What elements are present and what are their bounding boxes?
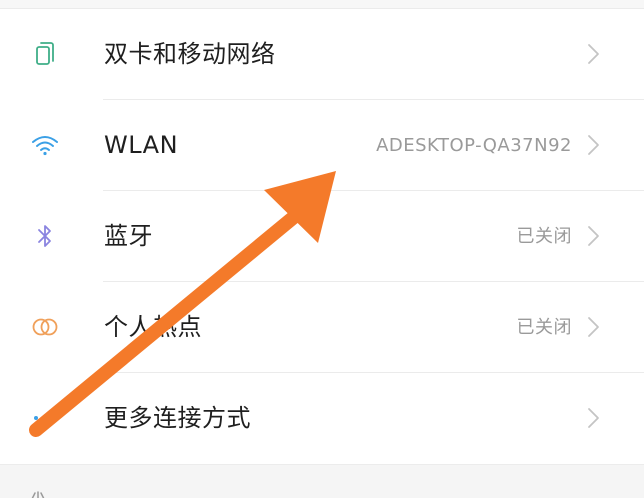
settings-row-hotspot[interactable]: 个人热点 已关闭 xyxy=(0,282,644,373)
chevron-right-icon xyxy=(588,408,599,428)
chevron-right-icon xyxy=(588,226,599,246)
sim-card-icon xyxy=(28,37,62,71)
hotspot-label: 个人热点 xyxy=(104,313,202,341)
partial-icon xyxy=(31,491,45,498)
settings-row-wlan[interactable]: WLAN ADESKTOP-QA37N92 xyxy=(0,100,644,191)
more-dots-icon xyxy=(28,401,62,435)
bluetooth-icon xyxy=(28,219,62,253)
more-connections-label: 更多连接方式 xyxy=(104,404,251,432)
settings-row-bluetooth[interactable]: 蓝牙 已关闭 xyxy=(0,191,644,282)
settings-row-more-connections[interactable]: 更多连接方式 xyxy=(0,373,644,464)
bluetooth-label: 蓝牙 xyxy=(104,222,153,250)
dual-sim-label: 双卡和移动网络 xyxy=(104,40,276,68)
wlan-label: WLAN xyxy=(104,131,179,159)
wlan-network-name: ADESKTOP-QA37N92 xyxy=(376,135,572,156)
chevron-right-icon xyxy=(588,44,599,64)
hotspot-icon xyxy=(28,310,62,344)
bluetooth-status: 已关闭 xyxy=(516,226,572,247)
top-section-divider xyxy=(0,0,644,9)
chevron-right-icon xyxy=(588,317,599,337)
wifi-icon xyxy=(28,128,62,162)
chevron-right-icon xyxy=(588,135,599,155)
settings-page: 双卡和移动网络 WLAN ADESKTOP-QA37N92 蓝牙 已关闭 个人热… xyxy=(0,0,644,498)
connection-settings-list: 双卡和移动网络 WLAN ADESKTOP-QA37N92 蓝牙 已关闭 个人热… xyxy=(0,9,644,464)
hotspot-status: 已关闭 xyxy=(516,317,572,338)
settings-row-dual-sim[interactable]: 双卡和移动网络 xyxy=(0,9,644,100)
next-section-band xyxy=(0,464,644,498)
